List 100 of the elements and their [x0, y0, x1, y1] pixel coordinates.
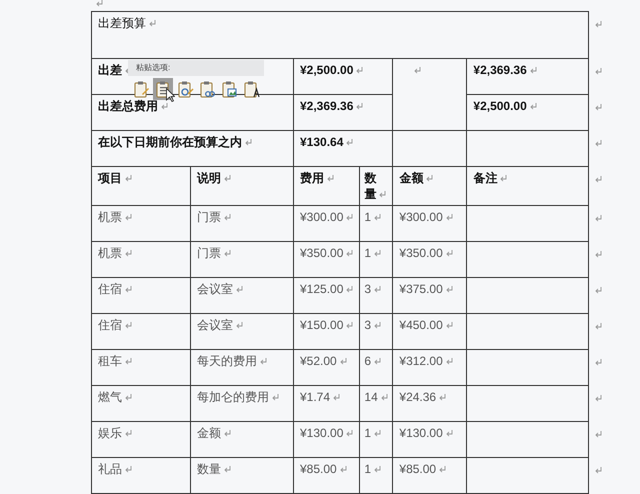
paragraph-mark-icon [236, 286, 243, 294]
paragraph-mark-icon [356, 67, 364, 74]
paragraph-mark-icon [333, 394, 340, 402]
paragraph-mark-icon [346, 322, 354, 330]
summary-value: ¥130.64 [300, 135, 344, 149]
clipboard-icon [132, 80, 150, 98]
table-cell: 门票 [197, 210, 221, 224]
table-cell: ¥1.74 [300, 390, 330, 404]
table-cell: 6 [364, 354, 372, 368]
paragraph-mark-icon [595, 430, 602, 438]
paragraph-mark-icon [327, 175, 334, 182]
table-cell: ¥85.00 [300, 462, 337, 476]
paragraph-mark-icon [446, 358, 453, 366]
table-cell: 会议室 [197, 318, 233, 332]
paragraph-mark-icon [260, 358, 267, 366]
paragraph-mark-icon [374, 214, 382, 222]
paragraph-mark-icon [595, 176, 602, 183]
table-cell: 金额 [197, 426, 221, 440]
paragraph-mark-icon [374, 466, 382, 474]
paragraph-mark-icon [446, 286, 453, 294]
table-cell: 会议室 [197, 282, 233, 296]
summary-label: 出差 [98, 63, 122, 77]
paragraph-mark-icon [125, 322, 132, 330]
clipboard-icon [242, 80, 260, 98]
paragraph-mark-icon [379, 191, 386, 198]
paragraph-mark-icon [414, 67, 422, 74]
table-cell: ¥24.36 [399, 390, 436, 404]
table-cell: 娱乐 [98, 426, 122, 440]
paragraph-mark-icon [439, 466, 446, 474]
paragraph-mark-icon [346, 430, 354, 438]
paragraph-mark-icon [125, 286, 132, 294]
paragraph-mark-icon [446, 250, 453, 258]
table-cell: 租车 [98, 354, 122, 368]
paragraph-mark-icon [125, 430, 132, 438]
paragraph-mark-icon [595, 250, 602, 258]
table-cell: 14 [364, 390, 378, 404]
column-header: 量 [364, 187, 376, 201]
table-cell: ¥85.00 [399, 462, 436, 476]
paragraph-mark-icon [595, 286, 602, 294]
summary-value: ¥2,369.36 [300, 99, 354, 113]
paragraph-mark-icon [161, 103, 168, 110]
paragraph-mark-icon [224, 175, 231, 182]
table-cell: 燃气 [98, 390, 122, 404]
paragraph-mark-icon [125, 394, 132, 402]
column-header: 说明 [197, 171, 221, 185]
paragraph-mark-icon [380, 394, 388, 402]
paragraph-mark-icon [446, 430, 453, 438]
paragraph-mark-icon [340, 358, 347, 366]
table-cell: 机票 [98, 210, 122, 224]
paragraph-mark-icon [595, 104, 602, 111]
paragraph-mark-icon [595, 322, 602, 330]
table-cell: 门票 [197, 246, 221, 260]
paragraph-mark-icon [374, 286, 382, 294]
paragraph-mark-icon [439, 394, 446, 402]
table-cell: 1 [364, 462, 372, 476]
paragraph-mark-icon [595, 68, 602, 75]
paragraph-mark-icon [125, 250, 132, 258]
paragraph-mark-icon [125, 358, 132, 366]
column-header: 备注 [473, 171, 498, 185]
table-cell: 数量 [197, 462, 221, 476]
paragraph-mark-icon [224, 214, 231, 222]
paragraph-mark-icon [224, 430, 231, 438]
column-header: 项目 [98, 171, 122, 185]
table-cell: ¥150.00 [300, 318, 344, 332]
table-cell: 每天的费用 [197, 354, 257, 368]
paragraph-mark-icon [595, 214, 602, 222]
paragraph-mark-icon [374, 322, 382, 330]
table-cell: ¥52.00 [300, 354, 337, 368]
column-header: 数 [364, 171, 376, 185]
popup-title: 粘贴选项: [136, 63, 170, 72]
paragraph-mark-icon [125, 214, 132, 222]
column-header: 金额 [399, 171, 424, 185]
table-cell: ¥300.00 [300, 210, 344, 224]
table-cell: 住宿 [98, 282, 122, 296]
paragraph-mark-icon [236, 322, 243, 330]
clipboard-icon [198, 80, 216, 98]
paragraph-mark-icon [595, 20, 602, 28]
paragraph-mark-icon [426, 175, 434, 182]
table-cell: 3 [364, 282, 372, 296]
table-cell: ¥350.00 [399, 246, 443, 260]
paragraph-mark-icon [346, 286, 354, 294]
paragraph-mark-icon [224, 250, 231, 258]
paragraph-mark-icon [346, 214, 354, 222]
paragraph-mark-icon [530, 103, 537, 110]
summary-label: 出差总费用 [98, 99, 158, 113]
paragraph-mark-icon [374, 250, 382, 258]
paragraph-mark-icon [374, 358, 382, 366]
paragraph-mark-icon [346, 139, 354, 146]
table-cell: 每加仑的费用 [197, 390, 269, 404]
column-header: 费用 [300, 171, 324, 185]
table-cell: ¥375.00 [399, 282, 443, 296]
paragraph-mark-icon [530, 67, 537, 74]
table-cell: 礼品 [98, 462, 122, 476]
summary-value: ¥2,369.36 [473, 63, 527, 77]
table-cell: ¥130.00 [300, 426, 344, 440]
paragraph-mark-icon [356, 103, 364, 110]
paragraph-mark-icon [446, 214, 453, 222]
table-cell: ¥125.00 [300, 282, 344, 296]
table-title: 出差预算 [98, 16, 146, 30]
pointer-cursor-icon [166, 88, 175, 102]
